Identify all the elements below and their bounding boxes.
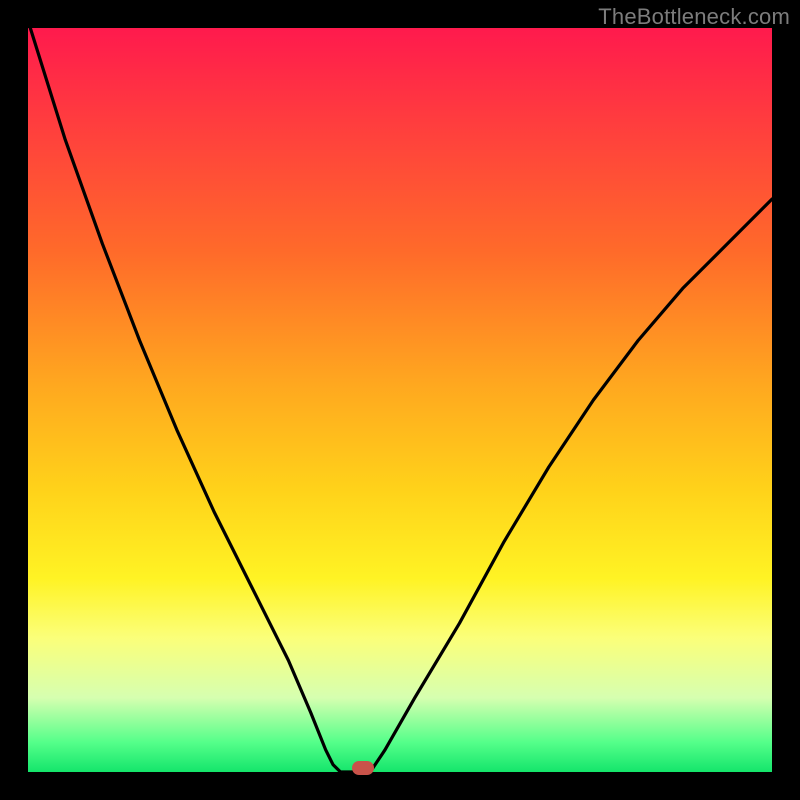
curve-path <box>28 21 772 772</box>
bottleneck-curve <box>28 28 772 772</box>
plot-area <box>28 28 772 772</box>
watermark-text: TheBottleneck.com <box>598 4 790 30</box>
optimum-marker <box>352 761 374 775</box>
chart-frame: TheBottleneck.com <box>0 0 800 800</box>
